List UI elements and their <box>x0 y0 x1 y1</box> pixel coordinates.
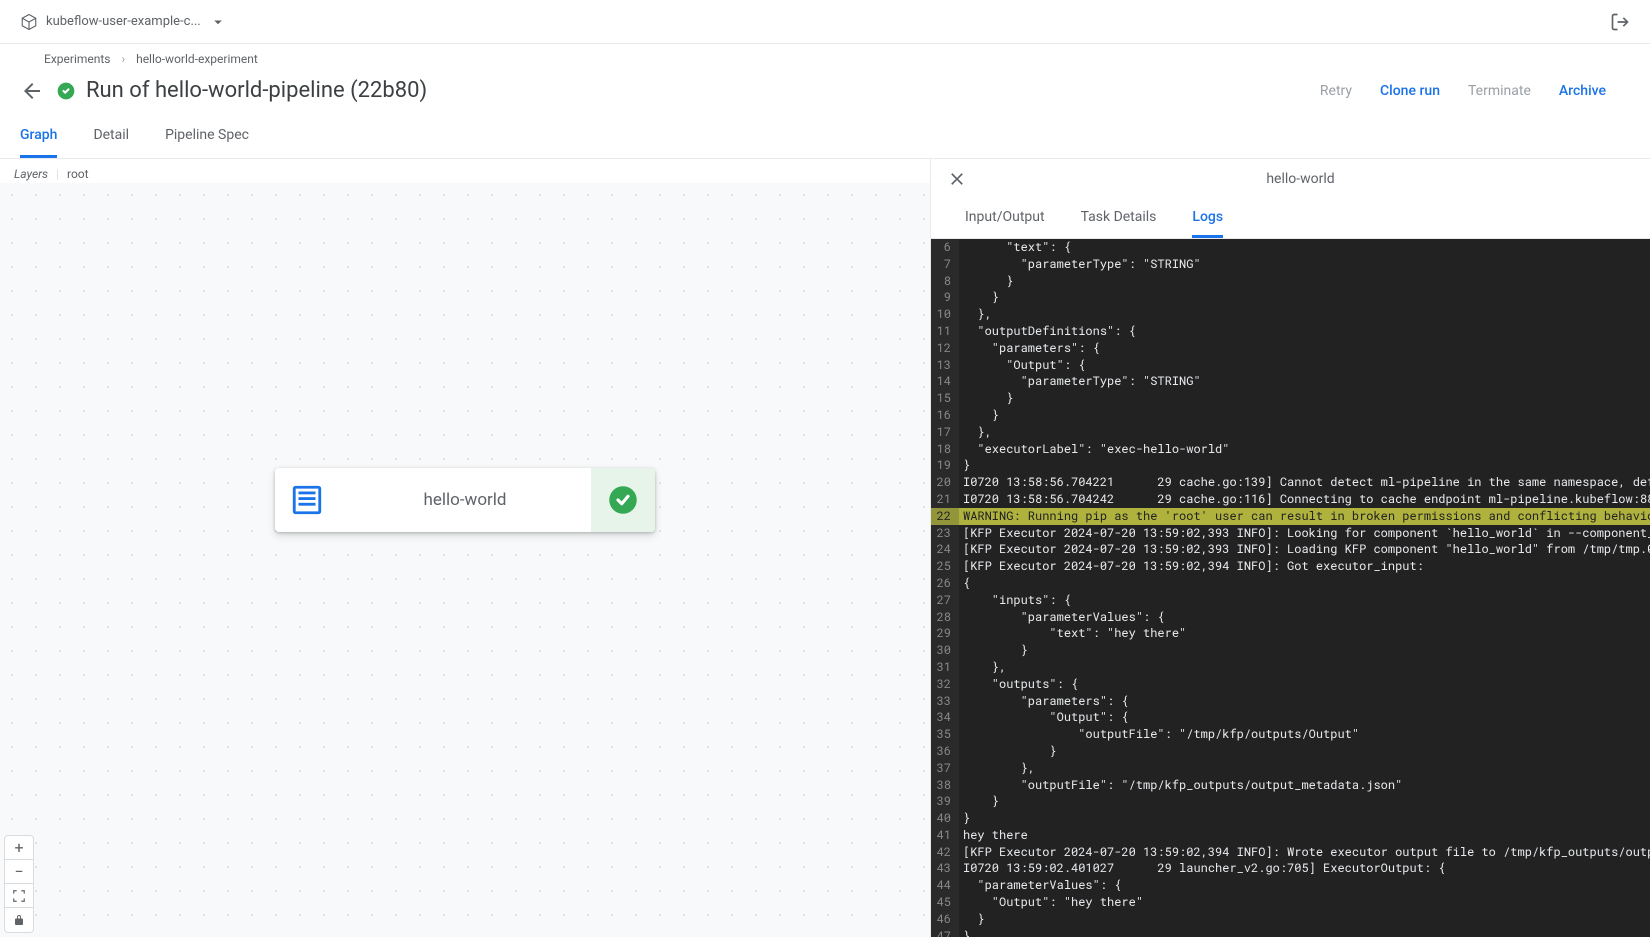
log-line: 7 "parameterType": "STRING" <box>931 256 1650 273</box>
node-label: hello-world <box>339 490 591 510</box>
topbar: kubeflow-user-example-c... <box>0 0 1650 44</box>
log-line: 36 } <box>931 743 1650 760</box>
log-line: 44 "parameterValues": { <box>931 877 1650 894</box>
node-type-icon <box>275 483 339 517</box>
namespace-label: kubeflow-user-example-c... <box>46 14 201 29</box>
close-icon[interactable] <box>947 169 967 189</box>
log-line: 26{ <box>931 575 1650 592</box>
log-line: 15 } <box>931 390 1650 407</box>
side-panel-header: hello-world <box>931 159 1650 199</box>
log-line: 41hey there <box>931 827 1650 844</box>
retry-button: Retry <box>1320 83 1352 99</box>
zoom-out-button[interactable]: − <box>5 860 33 884</box>
zoom-lock-button[interactable] <box>5 908 33 932</box>
cube-icon <box>20 13 38 31</box>
main-tabs: Graph Detail Pipeline Spec <box>0 115 1650 159</box>
log-line: 47} <box>931 928 1650 937</box>
terminate-button: Terminate <box>1468 83 1531 99</box>
log-line: 33 "parameters": { <box>931 693 1650 710</box>
archive-button[interactable]: Archive <box>1559 83 1606 99</box>
zoom-in-button[interactable]: + <box>5 836 33 860</box>
zoom-fit-button[interactable] <box>5 884 33 908</box>
tab-task-details[interactable]: Task Details <box>1081 199 1157 238</box>
logs-viewer[interactable]: 6 "text": {7 "parameterType": "STRING"8 … <box>931 239 1650 937</box>
log-line: 30 } <box>931 642 1650 659</box>
side-panel-title: hello-world <box>967 171 1634 187</box>
tab-detail[interactable]: Detail <box>93 115 129 158</box>
log-line: 9 } <box>931 289 1650 306</box>
status-success-icon <box>56 81 76 101</box>
layers-label: Layers <box>14 167 48 181</box>
log-line: 23[KFP Executor 2024-07-20 13:59:02,393 … <box>931 525 1650 542</box>
log-line: 46 } <box>931 911 1650 928</box>
log-line: 34 "Output": { <box>931 709 1650 726</box>
chevron-right-icon: › <box>121 52 125 66</box>
log-line: 37 }, <box>931 760 1650 777</box>
log-line: 27 "inputs": { <box>931 592 1650 609</box>
log-line: 10 }, <box>931 306 1650 323</box>
workspace: Layers | root hello-world + − <box>0 159 1650 937</box>
node-hello-world[interactable]: hello-world <box>275 468 655 532</box>
log-line: 32 "outputs": { <box>931 676 1650 693</box>
log-line: 40} <box>931 810 1650 827</box>
logout-icon[interactable] <box>1610 12 1630 32</box>
log-line: 25[KFP Executor 2024-07-20 13:59:02,394 … <box>931 558 1650 575</box>
action-bar: Retry Clone run Terminate Archive <box>1320 83 1606 99</box>
log-line: 22WARNING: Running pip as the 'root' use… <box>931 508 1650 525</box>
log-line: 39 } <box>931 793 1650 810</box>
log-line: 8 } <box>931 273 1650 290</box>
tab-input-output[interactable]: Input/Output <box>965 199 1045 238</box>
log-line: 21I0720 13:58:56.704242 29 cache.go:116]… <box>931 491 1650 508</box>
page-title: Run of hello-world-pipeline (22b80) <box>86 78 1320 103</box>
log-line: 45 "Output": "hey there" <box>931 894 1650 911</box>
back-arrow-icon[interactable] <box>20 79 44 103</box>
log-line: 28 "parameterValues": { <box>931 609 1650 626</box>
breadcrumb-experiments[interactable]: Experiments <box>44 52 111 66</box>
log-line: 20I0720 13:58:56.704221 29 cache.go:139]… <box>931 474 1650 491</box>
log-line: 17 }, <box>931 424 1650 441</box>
log-line: 13 "Output": { <box>931 357 1650 374</box>
tab-pipeline-spec[interactable]: Pipeline Spec <box>165 115 249 158</box>
graph-area: Layers | root hello-world + − <box>0 159 930 937</box>
side-panel-tabs: Input/Output Task Details Logs <box>931 199 1650 239</box>
log-line: 12 "parameters": { <box>931 340 1650 357</box>
layers-path[interactable]: root <box>67 167 89 181</box>
titlebar: Run of hello-world-pipeline (22b80) Retr… <box>0 74 1650 115</box>
log-line: 14 "parameterType": "STRING" <box>931 373 1650 390</box>
side-panel: hello-world Input/Output Task Details Lo… <box>930 159 1650 937</box>
log-line: 6 "text": { <box>931 239 1650 256</box>
log-line: 35 "outputFile": "/tmp/kfp/outputs/Outpu… <box>931 726 1650 743</box>
log-line: 19} <box>931 457 1650 474</box>
log-line: 16 } <box>931 407 1650 424</box>
log-line: 18 "executorLabel": "exec-hello-world" <box>931 441 1650 458</box>
graph-canvas[interactable]: hello-world + − <box>0 183 930 937</box>
log-line: 11 "outputDefinitions": { <box>931 323 1650 340</box>
log-line: 43I0720 13:59:02.401027 29 launcher_v2.g… <box>931 860 1650 877</box>
log-line: 29 "text": "hey there" <box>931 625 1650 642</box>
log-line: 31 }, <box>931 659 1650 676</box>
tab-graph[interactable]: Graph <box>20 115 57 158</box>
clone-run-button[interactable]: Clone run <box>1380 83 1440 99</box>
breadcrumb-experiment[interactable]: hello-world-experiment <box>136 52 258 66</box>
tab-logs[interactable]: Logs <box>1192 199 1223 238</box>
log-line: 38 "outputFile": "/tmp/kfp_outputs/outpu… <box>931 777 1650 794</box>
chevron-down-icon <box>209 13 227 31</box>
zoom-controls: + − <box>4 835 34 933</box>
namespace-selector[interactable]: kubeflow-user-example-c... <box>20 13 227 31</box>
log-line: 24[KFP Executor 2024-07-20 13:59:02,393 … <box>931 541 1650 558</box>
breadcrumb: Experiments › hello-world-experiment <box>0 44 1650 74</box>
log-line: 42[KFP Executor 2024-07-20 13:59:02,394 … <box>931 844 1650 861</box>
node-status-icon <box>591 468 655 532</box>
